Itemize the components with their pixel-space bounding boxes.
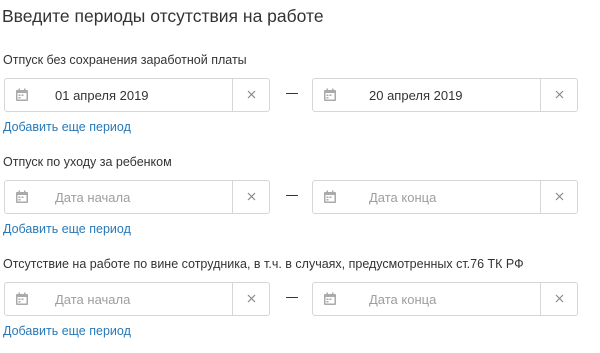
add-period-link[interactable]: Добавить еще период: [3, 120, 131, 134]
section-label: Отпуск по уходу за ребенком: [3, 155, 172, 169]
date-range-dash: [286, 297, 298, 298]
start-date-field[interactable]: Дата начала: [4, 180, 270, 214]
clear-end-date-button[interactable]: [540, 79, 577, 111]
end-date-value: 20 апреля 2019: [369, 88, 463, 103]
absence-section-employee-fault: Отсутствие на работе по вине сотрудника,…: [0, 257, 600, 352]
add-period-link[interactable]: Добавить еще период: [3, 324, 131, 338]
close-icon: [247, 192, 256, 201]
date-range-dash: [286, 93, 298, 94]
start-date-placeholder: Дата начала: [55, 190, 131, 205]
section-label: Отпуск без сохранения заработной платы: [3, 53, 247, 67]
end-date-placeholder: Дата конца: [369, 190, 437, 205]
calendar-icon[interactable]: [15, 190, 29, 204]
start-date-value: 01 апреля 2019: [55, 88, 149, 103]
end-date-field[interactable]: Дата конца: [312, 180, 578, 214]
close-icon: [555, 294, 564, 303]
clear-end-date-button[interactable]: [540, 181, 577, 213]
start-date-field[interactable]: Дата начала: [4, 282, 270, 316]
add-period-link[interactable]: Добавить еще период: [3, 222, 131, 236]
calendar-icon[interactable]: [323, 292, 337, 306]
date-range-dash: [286, 195, 298, 196]
close-icon: [247, 90, 256, 99]
calendar-icon[interactable]: [15, 292, 29, 306]
start-date-field[interactable]: 01 апреля 2019: [4, 78, 270, 112]
start-date-placeholder: Дата начала: [55, 292, 131, 307]
clear-start-date-button[interactable]: [232, 283, 269, 315]
section-label: Отсутствие на работе по вине сотрудника,…: [3, 257, 524, 271]
end-date-field[interactable]: Дата конца: [312, 282, 578, 316]
close-icon: [555, 90, 564, 99]
page-title: Введите периоды отсутствия на работе: [2, 6, 324, 26]
end-date-field[interactable]: 20 апреля 2019: [312, 78, 578, 112]
end-date-placeholder: Дата конца: [369, 292, 437, 307]
close-icon: [555, 192, 564, 201]
clear-start-date-button[interactable]: [232, 79, 269, 111]
calendar-icon[interactable]: [323, 88, 337, 102]
close-icon: [247, 294, 256, 303]
calendar-icon[interactable]: [323, 190, 337, 204]
clear-end-date-button[interactable]: [540, 283, 577, 315]
absence-section-unpaid-leave: Отпуск без сохранения заработной платы 0…: [0, 53, 600, 148]
calendar-icon[interactable]: [15, 88, 29, 102]
absence-section-childcare-leave: Отпуск по уходу за ребенком Дата начала: [0, 155, 600, 250]
clear-start-date-button[interactable]: [232, 181, 269, 213]
